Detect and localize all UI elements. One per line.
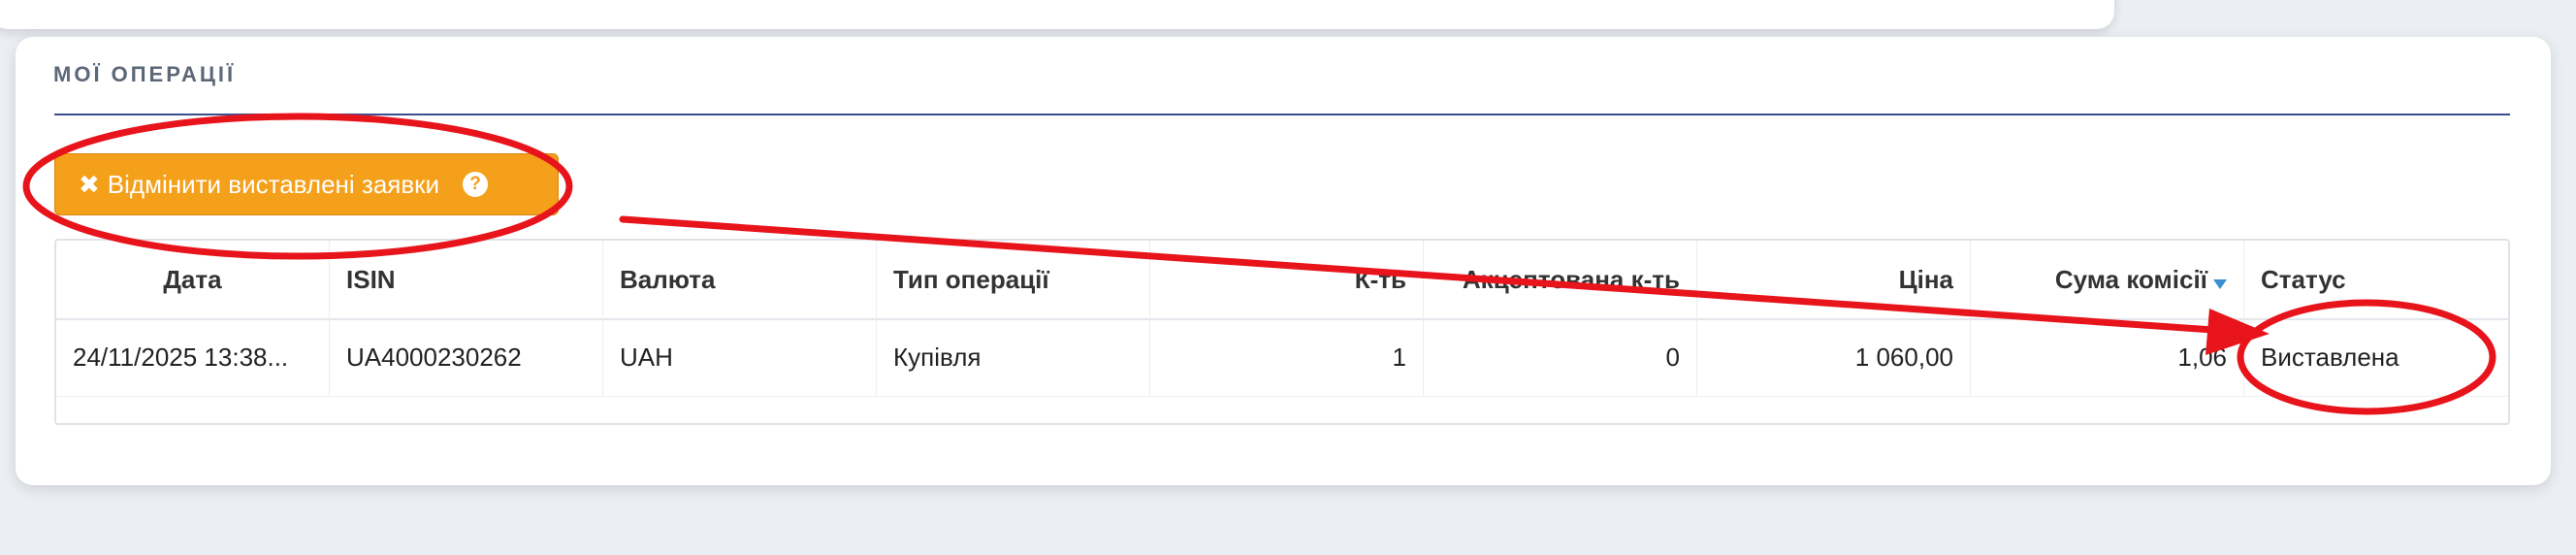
title-divider — [54, 114, 2510, 115]
column-header-commission-label: Сума комісії — [2054, 264, 2207, 294]
column-header-isin[interactable]: ISIN — [330, 241, 603, 318]
column-header-date[interactable]: Дата — [56, 241, 330, 318]
column-header-status[interactable]: Статус — [2244, 241, 2508, 318]
operations-table: Дата ISIN Валюта Тип операції К-ть Акцеп… — [54, 239, 2510, 425]
help-icon[interactable]: ? — [463, 172, 489, 197]
column-header-quantity[interactable]: К-ть — [1150, 241, 1424, 318]
cell-accepted-quantity: 0 — [1424, 318, 1697, 396]
column-header-commission[interactable]: Сума комісії — [1971, 241, 2244, 318]
cell-operation-type: Купівля — [877, 318, 1150, 396]
table-row[interactable]: 24/11/2025 13:38... UA4000230262 UAH Куп… — [56, 318, 2508, 397]
column-header-operation-type[interactable]: Тип операції — [877, 241, 1150, 318]
cell-quantity: 1 — [1150, 318, 1424, 396]
cell-commission: 1,06 — [1971, 318, 2244, 396]
my-operations-card: МОЇ ОПЕРАЦІЇ ✖ Відмінити виставлені заяв… — [16, 37, 2551, 485]
cell-status: Виставлена — [2261, 342, 2399, 372]
cell-date: 24/11/2025 13:38... — [56, 318, 330, 396]
cell-price: 1 060,00 — [1697, 318, 1971, 396]
cancel-orders-button[interactable]: ✖ Відмінити виставлені заявки ? — [54, 153, 559, 215]
column-header-currency[interactable]: Валюта — [603, 241, 877, 318]
cancel-orders-label: Відмінити виставлені заявки — [107, 169, 440, 199]
cell-isin: UA4000230262 — [330, 318, 603, 396]
cell-currency: UAH — [603, 318, 877, 396]
close-icon: ✖ — [79, 169, 100, 199]
column-header-price[interactable]: Ціна — [1697, 241, 1971, 318]
previous-card — [0, 0, 2114, 29]
table-header-row: Дата ISIN Валюта Тип операції К-ть Акцеп… — [56, 241, 2508, 320]
sort-desc-icon — [2213, 279, 2227, 289]
column-header-accepted-quantity[interactable]: Акцептована к-ть — [1424, 241, 1697, 318]
section-title: МОЇ ОПЕРАЦІЇ — [53, 62, 237, 86]
